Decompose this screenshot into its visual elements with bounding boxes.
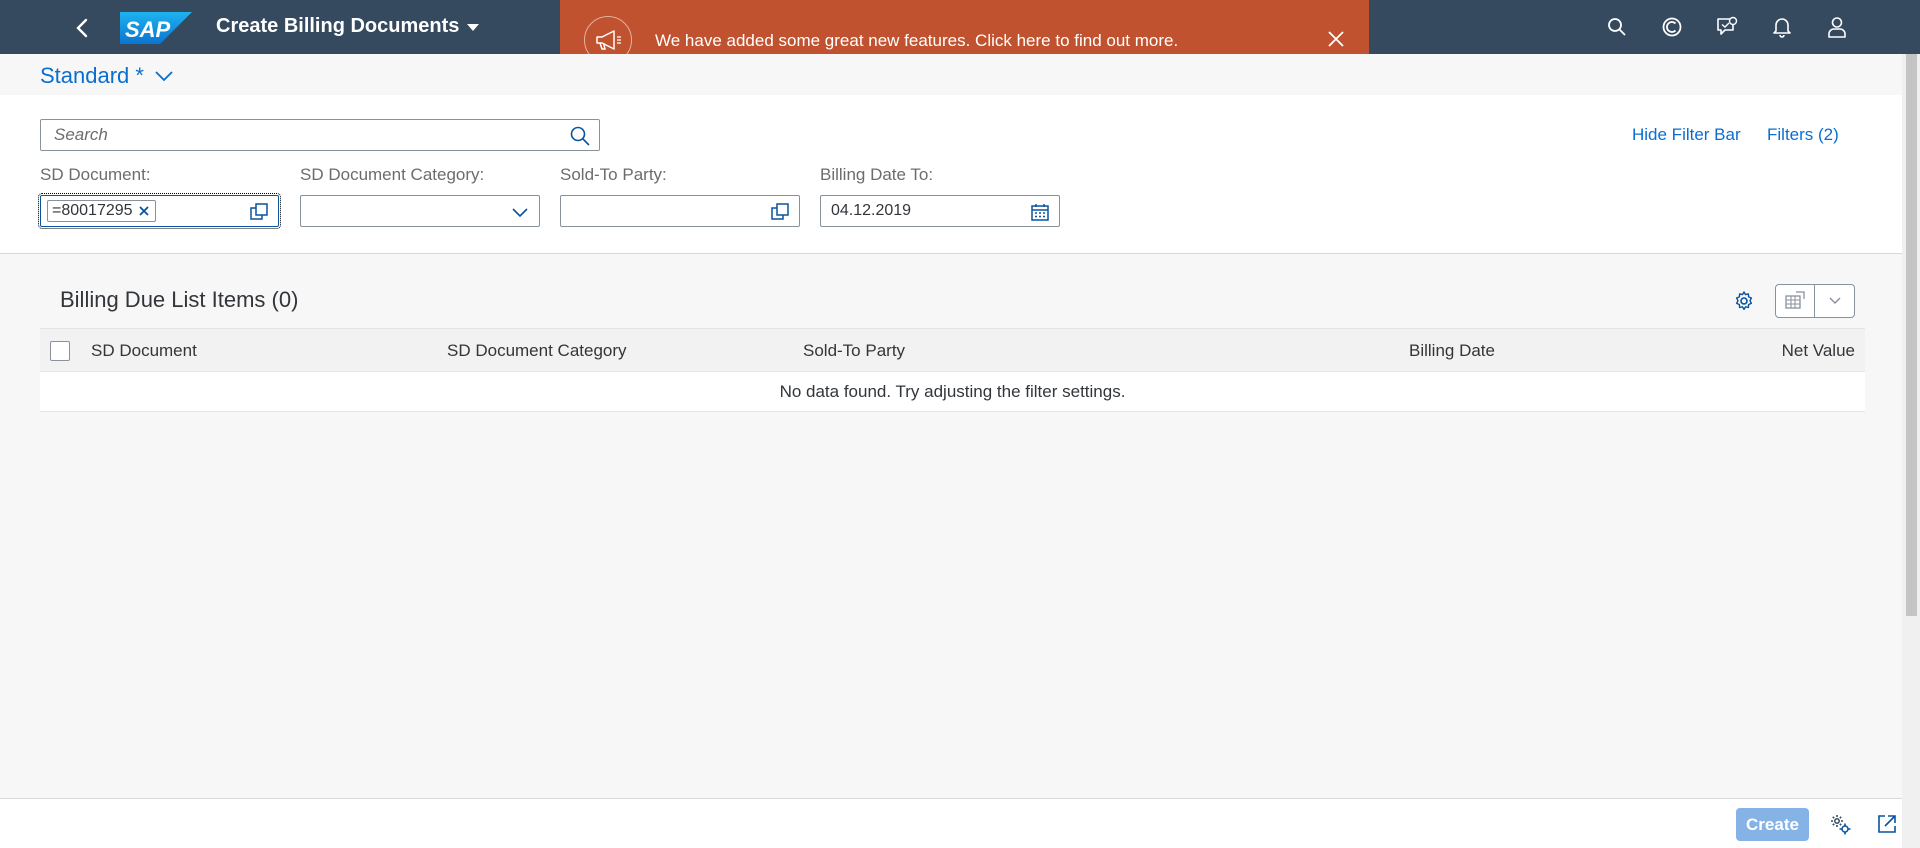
search-icon [1608, 18, 1626, 36]
chevron-down-icon [512, 208, 528, 218]
create-button[interactable]: Create [1736, 808, 1809, 841]
token-remove-icon[interactable] [137, 204, 151, 218]
banner-close-button[interactable] [1325, 28, 1347, 50]
search-input[interactable] [41, 120, 561, 150]
sd-document-label: SD Document: [40, 165, 151, 184]
chevron-down-icon [155, 71, 173, 82]
feedback-button[interactable] [1713, 13, 1741, 41]
variant-bar: Standard * [0, 54, 1902, 95]
sd-document-category-select[interactable] [300, 195, 540, 227]
svg-text:SAP: SAP [125, 17, 171, 42]
chevron-down-icon [1829, 297, 1840, 304]
variant-selector[interactable]: Standard * [40, 63, 174, 89]
table-body: No data found. Try adjusting the filter … [40, 372, 1865, 412]
shell-search-button[interactable] [1603, 13, 1631, 41]
filter-bar: Hide Filter Bar Filters (2) SD Document:… [0, 95, 1902, 254]
column-header-net-value[interactable]: Net Value [1782, 341, 1855, 361]
app-title-menu[interactable]: Create Billing Documents [216, 15, 480, 38]
column-header-sd-document-category[interactable]: SD Document Category [447, 341, 627, 361]
page-scrollbar[interactable] [1902, 54, 1920, 848]
search-button[interactable] [569, 125, 591, 147]
column-header-billing-date[interactable]: Billing Date [1409, 341, 1495, 361]
copilot-button[interactable] [1658, 13, 1686, 41]
hide-filter-bar-link[interactable]: Hide Filter Bar [1632, 125, 1741, 145]
table-settings-button[interactable] [1730, 287, 1758, 315]
caret-down-icon [467, 24, 480, 31]
value-help-icon [250, 203, 268, 220]
value-help-icon [771, 203, 789, 220]
close-icon [1328, 31, 1344, 47]
settings-button[interactable] [1827, 811, 1853, 837]
back-button[interactable] [68, 14, 96, 42]
no-data-text: No data found. Try adjusting the filter … [779, 382, 1126, 401]
billing-date-to-label: Billing Date To: [820, 165, 934, 184]
dropdown-button[interactable] [509, 201, 531, 223]
variant-name: Standard * [40, 63, 144, 88]
value-help-button[interactable] [769, 201, 791, 223]
calendar-icon [1031, 204, 1049, 221]
user-icon [1828, 17, 1846, 38]
sold-to-party-label: Sold-To Party: [560, 165, 667, 184]
search-icon [570, 126, 590, 146]
share-icon [1878, 815, 1896, 833]
column-header-sd-document[interactable]: SD Document [91, 341, 197, 361]
sd-document-field[interactable]: =80017295 [38, 193, 281, 229]
footer-toolbar: Create [0, 798, 1902, 848]
search-field [40, 119, 600, 151]
scrollbar-thumb[interactable] [1906, 54, 1917, 616]
back-icon [76, 18, 88, 38]
billing-date-to-value: 04.12.2019 [831, 202, 912, 219]
filters-link[interactable]: Filters (2) [1767, 125, 1839, 145]
notifications-icon [1773, 18, 1791, 38]
share-button[interactable] [1874, 811, 1900, 837]
token-text: =80017295 [52, 202, 133, 219]
export-menu-button[interactable] [1815, 285, 1854, 317]
user-menu-button[interactable] [1823, 13, 1851, 41]
sold-to-party-field[interactable] [560, 195, 800, 227]
sap-logo[interactable]: SAP [120, 12, 192, 44]
table-header-row: SD Document SD Document Category Sold-To… [40, 328, 1865, 372]
copilot-icon [1662, 17, 1682, 37]
value-help-button[interactable] [248, 201, 270, 223]
banner-message[interactable]: We have added some great new features. C… [655, 31, 1178, 51]
sd-document-token[interactable]: =80017295 [47, 200, 156, 222]
column-header-sold-to-party[interactable]: Sold-To Party [803, 341, 905, 361]
sd-document-category-label: SD Document Category: [300, 165, 485, 184]
notifications-button[interactable] [1768, 13, 1796, 41]
billing-date-to-field[interactable]: 04.12.2019 [820, 195, 1060, 227]
table-title: Billing Due List Items (0) [60, 287, 299, 312]
export-spreadsheet-icon [1785, 291, 1805, 309]
date-picker-button[interactable] [1029, 201, 1051, 223]
export-button[interactable] [1776, 285, 1816, 317]
export-button-group [1775, 284, 1855, 318]
settings-icon [1831, 815, 1851, 835]
select-all-checkbox[interactable] [50, 341, 70, 361]
feedback-icon [1717, 16, 1738, 35]
app-title: Create Billing Documents [216, 15, 460, 37]
gear-icon [1735, 291, 1753, 311]
